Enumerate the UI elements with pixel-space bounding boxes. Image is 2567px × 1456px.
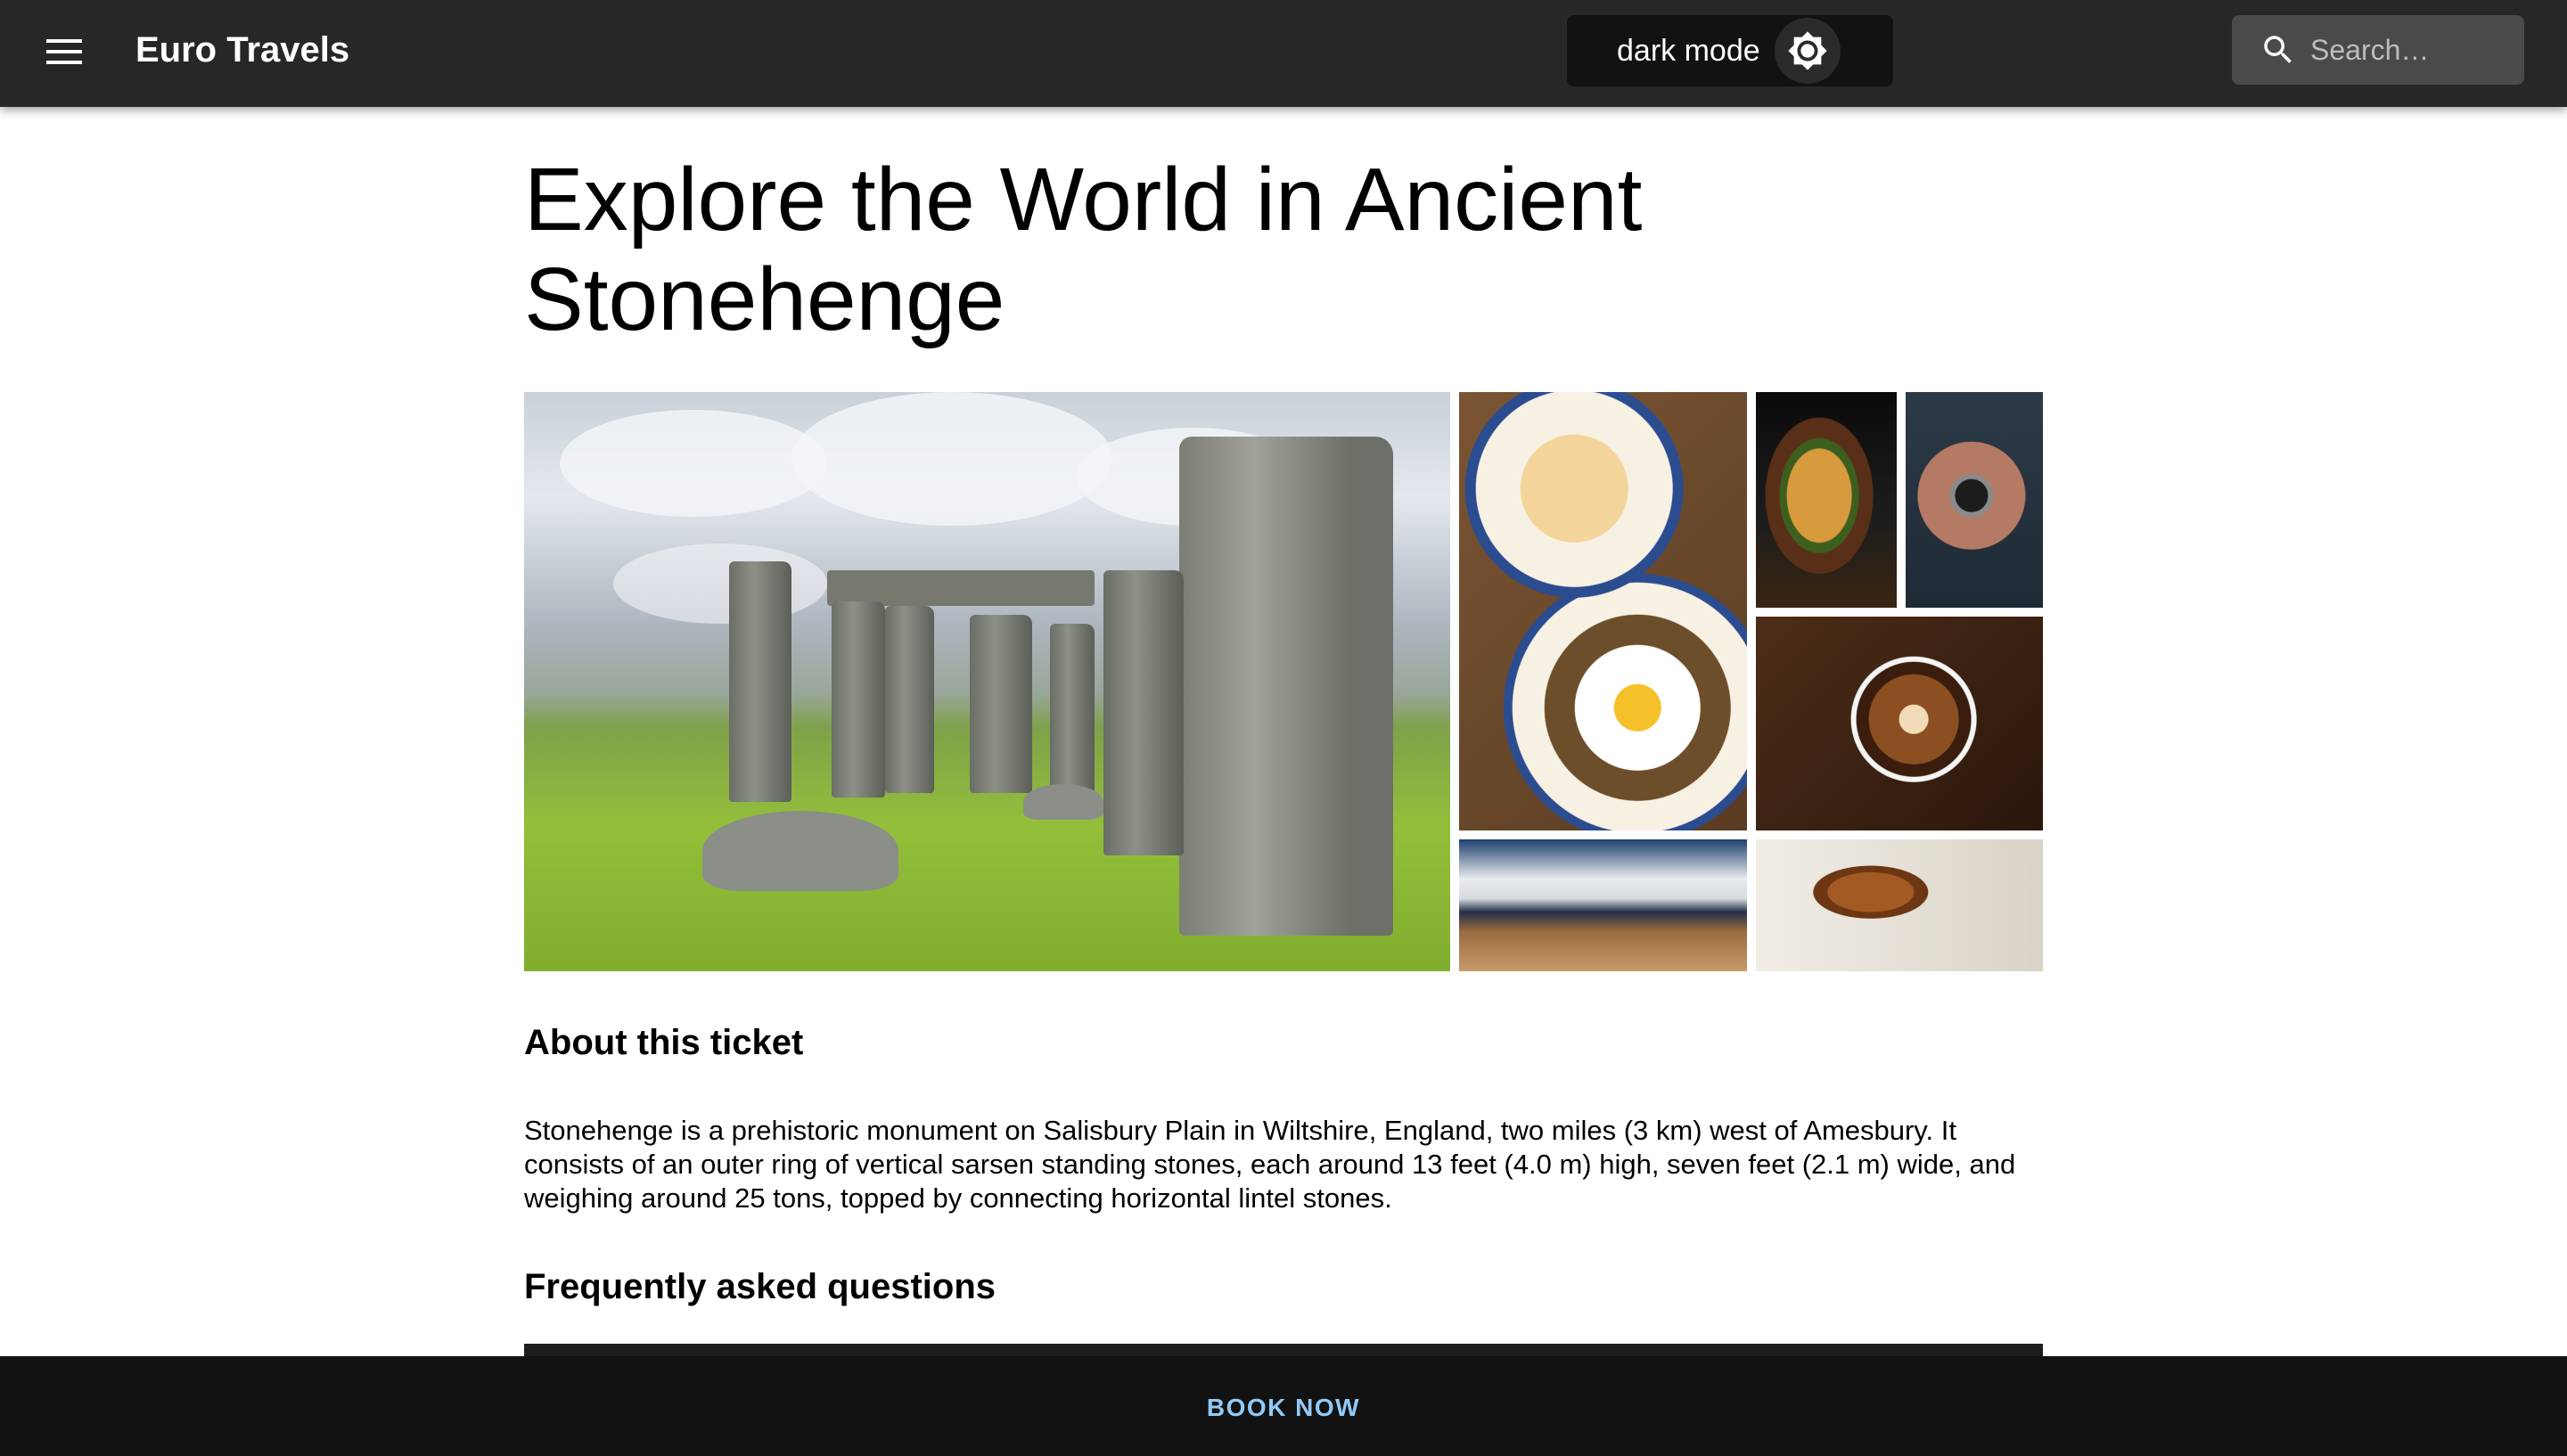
stonehenge-photo[interactable] <box>524 392 1450 971</box>
bottom-bar: BOOK NOW <box>0 1356 2567 1456</box>
burger-photo[interactable] <box>1756 392 1897 608</box>
search-box[interactable] <box>2232 15 2524 85</box>
search-input[interactable] <box>2310 23 2506 77</box>
coffee-photo[interactable] <box>1756 617 2043 830</box>
dark-mode-label: dark mode <box>1617 33 1760 68</box>
brightness-icon[interactable] <box>1774 18 1841 84</box>
main-content: Explore the World in Ancient Stonehenge … <box>524 107 2043 1370</box>
page-title: Explore the World in Ancient Stonehenge <box>524 150 1643 349</box>
honey-dipper-photo[interactable] <box>1756 839 2043 971</box>
menu-icon <box>46 38 82 70</box>
photo-gallery <box>524 392 2043 971</box>
app-title[interactable]: Euro Travels <box>135 27 349 73</box>
about-heading: About this ticket <box>524 1023 804 1062</box>
dark-mode-toggle[interactable]: dark mode <box>1567 15 1893 86</box>
about-text: Stonehenge is a prehistoric monument on … <box>524 1115 2016 1214</box>
menu-button[interactable] <box>39 29 89 78</box>
faq-heading: Frequently asked questions <box>524 1267 996 1306</box>
book-now-button[interactable]: BOOK NOW <box>1194 1374 1373 1442</box>
app-bar: Euro Travels dark mode <box>0 0 2567 107</box>
breakfast-photo[interactable] <box>1459 392 1747 830</box>
shoes-photo[interactable] <box>1459 839 1747 971</box>
search-icon <box>2259 30 2298 70</box>
camera-photo[interactable] <box>1906 392 2043 608</box>
